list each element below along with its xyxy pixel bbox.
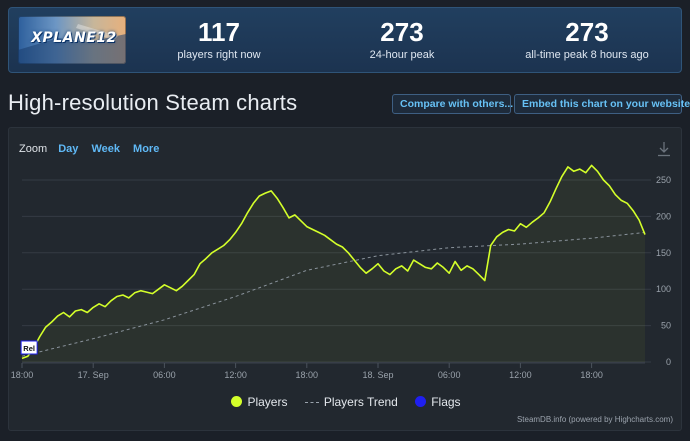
x-tick-label: 12:00 [224,370,247,380]
legend-players-label: Players [247,394,288,409]
players-chart[interactable]: 0 50 100 150 200 250 18:00 17. Sep 06:00 12:00 18:… [9,128,681,430]
y-tick-label: 100 [656,284,671,294]
logo-text: XPLANE12 [31,30,117,46]
stats-header: XPLANE12 117 players right now 273 24-ho… [8,7,682,73]
y-tick-label: 250 [656,175,671,185]
legend-trend-dash [304,401,319,403]
x-tick-label: 18:00 [296,370,319,380]
zoom-controls: Zoom Day Week More [19,143,169,155]
chart-credit: SteamDB.info (powered by Highcharts.com) [516,415,673,424]
stat-current-players: 117 players right now [169,18,269,61]
legend-flags-label: Flags [431,394,461,409]
stat-value: 273 [565,17,609,47]
x-tick-label: 12:00 [509,370,532,380]
stat-24h-peak: 273 24-hour peak [352,18,452,61]
stat-label: players right now [177,49,261,61]
legend-players[interactable]: Players [231,395,287,409]
x-tick-label: 18:00 [11,370,34,380]
zoom-day-button[interactable]: Day [58,143,78,155]
x-tick-label: 06:00 [438,370,461,380]
legend-trend-label: Players Trend [323,394,398,409]
game-logo[interactable]: XPLANE12 [18,16,126,64]
legend-flags-dot [415,395,427,407]
compare-button[interactable]: Compare with others... [392,94,513,114]
chart-legend: Players Players Trend Flags [9,394,683,409]
x-tick-label: 17. Sep [78,370,109,380]
legend-flags[interactable]: Flags [415,394,461,409]
y-tick-label: 0 [666,357,671,367]
stat-all-time-peak: 273 all-time peak 8 hours ago [517,18,657,61]
x-tick-label: 18:00 [580,370,603,380]
y-tick-label: 50 [661,321,671,331]
legend-players-trend[interactable]: Players Trend [304,394,398,409]
stat-label: 24-hour peak [369,49,435,61]
stat-label: all-time peak 8 hours ago [525,49,649,61]
stat-value: 117 [198,17,240,47]
zoom-week-button[interactable]: Week [91,143,120,155]
embed-chart-button[interactable]: Embed this chart on your website [514,94,690,114]
legend-players-dot [231,395,243,407]
y-tick-label: 150 [656,248,671,258]
chart-panel: 0 50 100 150 200 250 18:00 17. Sep 06:00 12:00 18:… [8,127,682,431]
x-tick-label: 06:00 [153,370,176,380]
zoom-label: Zoom [19,143,48,155]
x-tick-label: 18. Sep [362,370,393,380]
y-tick-label: 200 [656,211,671,221]
page-title: High-resolution Steam charts [8,90,298,115]
download-icon[interactable] [657,141,671,157]
zoom-more-button[interactable]: More [133,143,159,155]
flag-marker-label: Rel [23,344,35,353]
stat-value: 273 [380,17,424,47]
